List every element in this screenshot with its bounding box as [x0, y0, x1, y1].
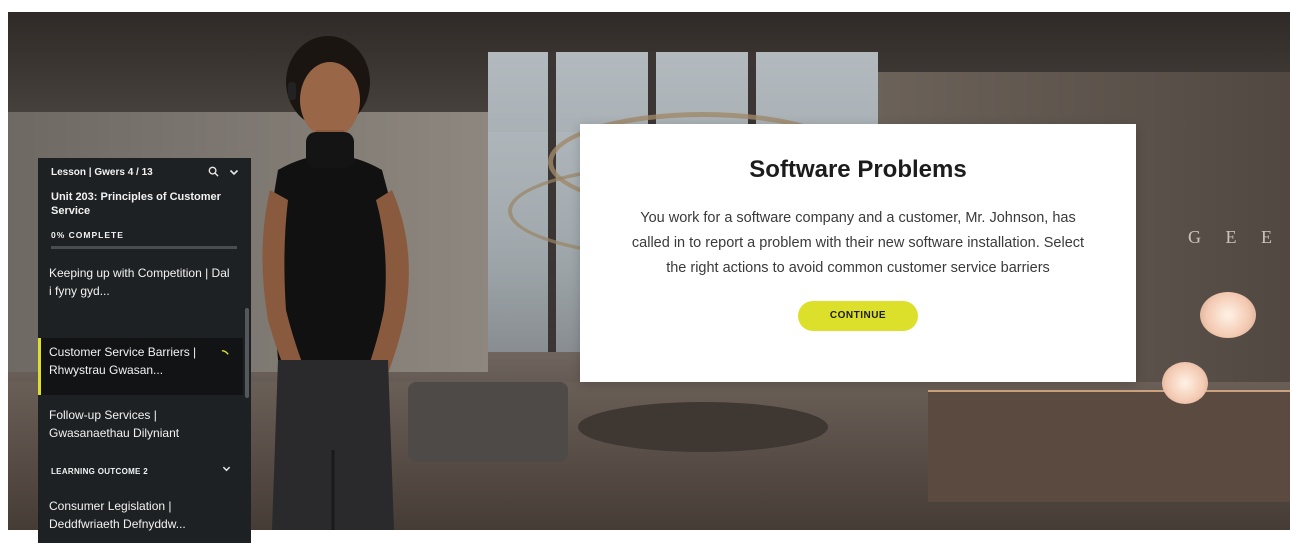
- card-body: You work for a software company and a cu…: [631, 210, 1085, 276]
- sidebar-scrollbar[interactable]: [245, 308, 249, 398]
- section-learning-outcome-2[interactable]: LEARNING OUTCOME 2: [51, 464, 231, 476]
- sidebar-item-consumer-legislation[interactable]: Consumer Legislation | Deddfwriaeth Defn…: [38, 497, 233, 533]
- section-label: LEARNING OUTCOME 2: [51, 467, 148, 476]
- sidebar-item-label: Consumer Legislation | Deddfwriaeth Defn…: [49, 499, 186, 531]
- unit-title: Unit 203: Principles of Customer Service: [51, 191, 221, 217]
- chevron-down-icon[interactable]: [229, 167, 239, 177]
- loading-spinner-icon: [221, 348, 229, 356]
- chevron-down-icon[interactable]: [222, 464, 231, 473]
- progress-bar: [51, 246, 237, 249]
- sidebar-item-label: Follow-up Services | Gwasanaethau Dilyni…: [49, 408, 180, 440]
- lesson-sidebar: Lesson | Gwers 4 / 13 Unit 203: Principl…: [38, 158, 251, 543]
- progress-label: 0% COMPLETE: [51, 230, 124, 240]
- search-icon[interactable]: [208, 166, 219, 177]
- round-platform: [578, 402, 828, 452]
- card-title: Software Problems: [749, 156, 967, 183]
- counter: [928, 392, 1290, 502]
- presenter-avatar: [262, 36, 409, 530]
- wall-sign: G E E: [1188, 227, 1282, 247]
- sidebar-item-label: Keeping up with Competition | Dal i fyny…: [49, 266, 230, 298]
- sidebar-item-keeping-up[interactable]: Keeping up with Competition | Dal i fyny…: [38, 264, 233, 300]
- lamp: [1162, 362, 1208, 404]
- lesson-counter: Lesson | Gwers 4 / 13: [51, 167, 153, 178]
- sidebar-item-customer-service-barriers[interactable]: Customer Service Barriers | Rhwystrau Gw…: [38, 338, 243, 395]
- continue-button[interactable]: CONTINUE: [798, 301, 918, 331]
- sidebar-item-follow-up[interactable]: Follow-up Services | Gwasanaethau Dilyni…: [38, 406, 233, 442]
- sidebar-item-label: Customer Service Barriers | Rhwystrau Gw…: [49, 345, 197, 377]
- sidebar-tools: [208, 166, 239, 177]
- lamp: [1200, 292, 1256, 338]
- intro-card: Software Problems You work for a softwar…: [580, 124, 1136, 382]
